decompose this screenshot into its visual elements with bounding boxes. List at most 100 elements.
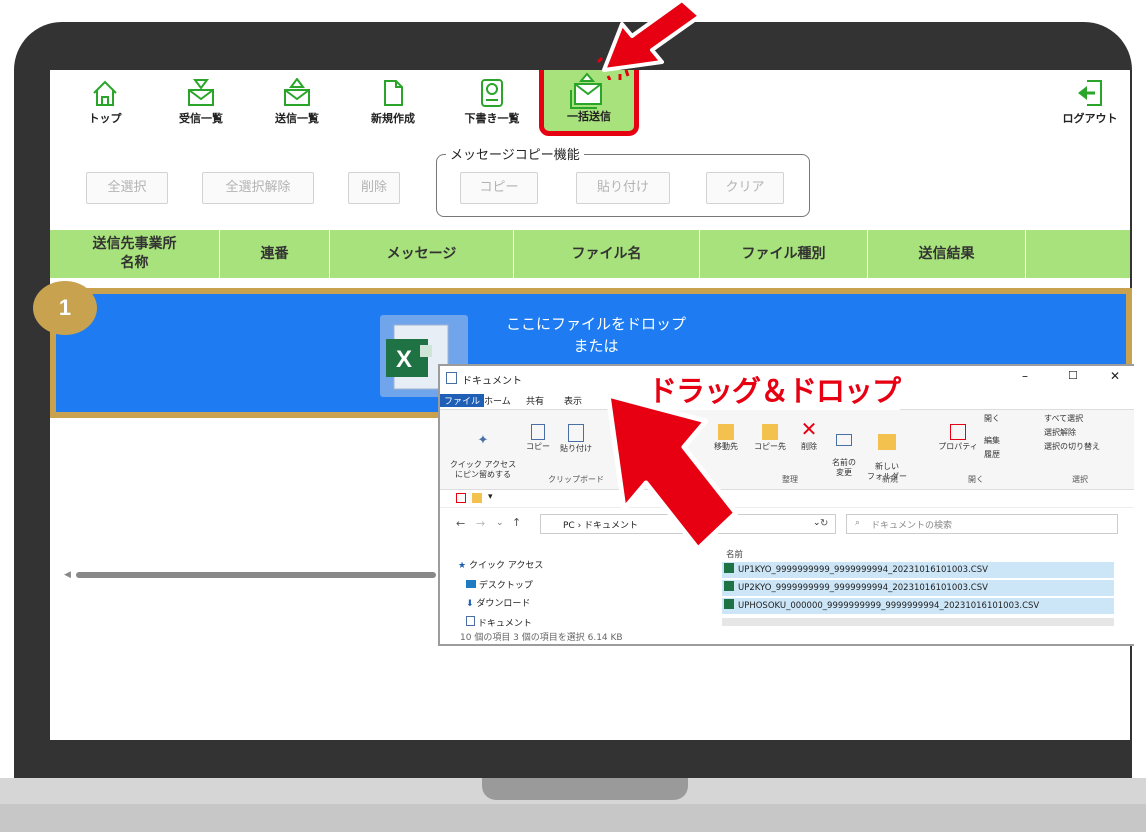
tab-home[interactable]: ホーム: [484, 394, 511, 407]
properties-label: プロパティ: [938, 442, 978, 451]
excel-icon: [724, 599, 734, 609]
toolbar-logout[interactable]: ログアウト: [1050, 78, 1130, 128]
file-name: UP1KYO_9999999999_9999999994_20231016101…: [738, 565, 988, 575]
copy-icon: [531, 424, 545, 440]
select-all-ribbon-button[interactable]: すべて選択: [1044, 414, 1134, 424]
invert-selection-ribbon-button[interactable]: 選択の切り替え: [1044, 442, 1134, 452]
close-icon[interactable]: ✕: [1110, 369, 1120, 383]
toolbar-logout-label: ログアウト: [1062, 112, 1118, 125]
delete-button[interactable]: 削除: [348, 172, 400, 204]
col-header-send-result[interactable]: 送信結果: [868, 230, 1026, 278]
col-header-message[interactable]: メッセージ: [330, 230, 514, 278]
inbox-icon: [188, 79, 214, 106]
ribbon-open-button[interactable]: 開く: [984, 414, 1024, 424]
properties-button[interactable]: プロパティ: [938, 424, 978, 452]
qa-folder-icon[interactable]: [472, 493, 482, 503]
minimize-icon[interactable]: –: [1022, 369, 1028, 383]
scroll-left-arrow-icon[interactable]: ◀: [64, 570, 71, 580]
qa-properties-icon[interactable]: [456, 493, 466, 503]
new-group-label: 新規: [882, 475, 898, 484]
rename-button[interactable]: 名前の 変更: [826, 424, 862, 478]
col-header-serial[interactable]: 連番: [220, 230, 330, 278]
search-input[interactable]: ⌕ ドキュメントの検索: [846, 514, 1118, 534]
status-bar: 10 個の項目 3 個の項目を選択 6.14 KB: [460, 633, 623, 643]
toolbar-new-label: 新規作成: [371, 112, 415, 125]
rename-label: 名前の 変更: [832, 458, 856, 477]
copy-to-label: コピー先: [754, 442, 786, 451]
toolbar-outbox[interactable]: 送信一覧: [262, 78, 332, 128]
nav-desktop[interactable]: デスクトップ: [466, 578, 533, 591]
file-list: 名前 UP1KYO_9999999999_9999999994_20231016…: [718, 546, 1134, 644]
pin-icon: ✦: [477, 433, 489, 448]
documents-icon: [466, 616, 475, 626]
ribbon-copy-label: コピー: [526, 442, 550, 451]
open-group-label: 開く: [968, 475, 984, 484]
message-copy-legend: メッセージコピー機能: [446, 144, 584, 163]
nav-documents-label: ドキュメント: [477, 619, 532, 629]
nav-downloads[interactable]: ⬇ ダウンロード: [466, 596, 530, 609]
table-header: 送信先事業所 名称 連番 メッセージ ファイル名 ファイル種別 送信結果: [50, 230, 1130, 278]
clear-button[interactable]: クリア: [706, 172, 784, 204]
tab-view[interactable]: 表示: [564, 394, 582, 407]
download-icon: ⬇: [466, 599, 474, 609]
pin-quick-access-label: クイック アクセス にピン留めする: [449, 460, 517, 479]
nav-quick-access[interactable]: ★ クイック アクセス: [458, 558, 543, 571]
copy-to-button[interactable]: コピー先: [750, 424, 790, 452]
ribbon-delete-label: 削除: [801, 442, 817, 451]
new-folder-icon: [878, 434, 896, 450]
select-none-ribbon-button[interactable]: 選択解除: [1044, 428, 1134, 438]
paste-button[interactable]: 貼り付け: [576, 172, 670, 204]
navigation-pane: ★ クイック アクセス デスクトップ ⬇ ダウンロード ドキュメント 10 個の…: [440, 546, 710, 644]
toolbar-inbox[interactable]: 受信一覧: [166, 78, 236, 128]
file-row[interactable]: UP1KYO_9999999999_9999999994_20231016101…: [722, 562, 1114, 578]
deselect-all-button[interactable]: 全選択解除: [202, 172, 314, 204]
toolbar-top[interactable]: トップ: [80, 78, 130, 128]
horizontal-scrollbar[interactable]: [76, 572, 436, 578]
file-name: UPHOSOKU_000000_9999999999_9999999994_20…: [738, 601, 1040, 611]
maximize-icon[interactable]: ☐: [1068, 369, 1078, 382]
ribbon-edit-button[interactable]: 編集: [984, 436, 1024, 446]
address-bar-row: ← → ⌄ ↑ PC › ドキュメント ⌄ ↻ ⌕ ドキュメントの検索: [440, 508, 1134, 538]
back-icon[interactable]: ←: [456, 517, 465, 530]
col-header-office-name[interactable]: 送信先事業所 名称: [50, 230, 220, 278]
desktop-icon: [466, 580, 476, 588]
delete-x-icon: ✕: [800, 417, 818, 441]
select-none-ribbon-label: 選択解除: [1044, 428, 1076, 437]
nav-desktop-label: デスクトップ: [478, 581, 533, 591]
drag-arrow-icon: [605, 392, 739, 552]
ribbon-paste-label: 貼り付け: [560, 444, 592, 453]
select-group-label: 選択: [1072, 475, 1088, 484]
tab-share[interactable]: 共有: [526, 394, 544, 407]
select-all-button[interactable]: 全選択: [86, 172, 168, 204]
toolbar-top-label: トップ: [88, 112, 122, 125]
ribbon-copy-button[interactable]: コピー: [524, 424, 552, 452]
ribbon-delete-button[interactable]: ✕ 削除: [794, 418, 824, 452]
qa-dropdown-icon[interactable]: ▾: [488, 492, 493, 502]
drafts-icon: [481, 79, 503, 107]
outbox-icon: [284, 78, 310, 106]
tab-file[interactable]: ファイル: [440, 394, 485, 407]
file-list-scrollbar[interactable]: [722, 618, 1114, 626]
copy-to-icon: [762, 424, 778, 440]
toolbar-drafts[interactable]: 下書き一覧: [452, 78, 532, 128]
nav-quick-access-label: クイック アクセス: [468, 561, 544, 571]
paste-icon: [568, 424, 584, 442]
ribbon-history-button[interactable]: 履歴: [984, 450, 1024, 460]
up-icon[interactable]: ↑: [512, 516, 521, 529]
home-icon: [93, 80, 117, 106]
file-row[interactable]: UPHOSOKU_000000_9999999999_9999999994_20…: [722, 598, 1114, 614]
organize-group-label: 整理: [782, 475, 798, 484]
forward-icon[interactable]: →: [476, 517, 485, 530]
logout-icon: [1078, 80, 1102, 106]
rename-icon: [836, 434, 852, 446]
toolbar-new[interactable]: 新規作成: [358, 78, 428, 128]
refresh-icon[interactable]: ↻: [820, 518, 828, 529]
file-row[interactable]: UP2KYO_9999999999_9999999994_20231016101…: [722, 580, 1114, 596]
col-header-filetype[interactable]: ファイル種別: [700, 230, 868, 278]
explorer-ribbon: ✦ クイック アクセス にピン留めする コピー 貼り付け クリップボード 移動先…: [440, 410, 1134, 490]
col-header-filename[interactable]: ファイル名: [514, 230, 700, 278]
recent-dropdown-icon[interactable]: ⌄: [496, 518, 504, 528]
nav-documents[interactable]: ドキュメント: [466, 616, 532, 629]
copy-button[interactable]: コピー: [460, 172, 538, 204]
pin-quick-access-button[interactable]: ✦ クイック アクセス にピン留めする: [448, 424, 518, 480]
